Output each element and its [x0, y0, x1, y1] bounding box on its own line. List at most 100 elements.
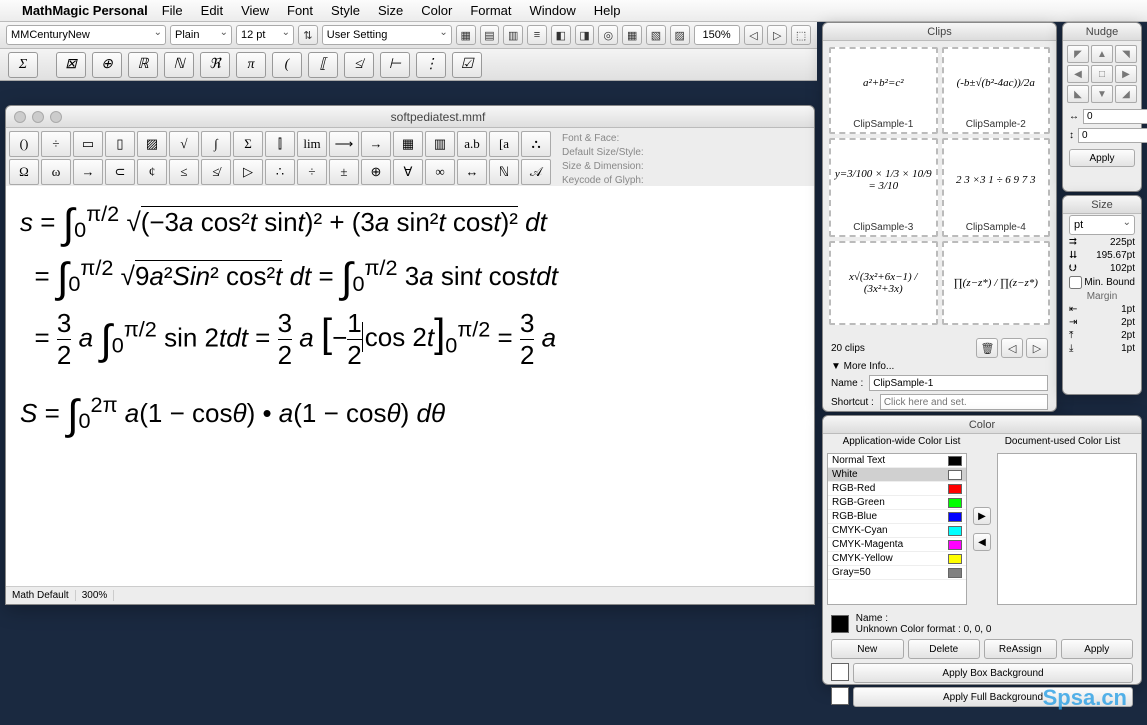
- palette-btn-8[interactable]: ⫿: [265, 131, 295, 157]
- color-new[interactable]: New: [831, 639, 904, 659]
- sym-12[interactable]: ☑: [452, 52, 482, 78]
- tb-l[interactable]: ▷: [767, 25, 787, 45]
- palette-btn-1[interactable]: ÷: [41, 131, 71, 157]
- nudge-ne[interactable]: ◥: [1115, 45, 1137, 63]
- palette-btn-0[interactable]: (): [9, 131, 39, 157]
- sym-11[interactable]: ⋮: [416, 52, 446, 78]
- palette-btn-21[interactable]: ¢: [137, 159, 167, 185]
- font-select[interactable]: MMCenturyNew: [6, 25, 166, 45]
- stepper[interactable]: ⇅: [298, 25, 318, 45]
- color-row-2[interactable]: RGB-Red: [828, 482, 966, 496]
- palette-btn-17[interactable]: Ω: [9, 159, 39, 185]
- titlebar[interactable]: softpediatest.mmf: [6, 106, 814, 128]
- nudge-e[interactable]: ▶: [1115, 65, 1137, 83]
- menu-size[interactable]: Size: [378, 3, 403, 18]
- nudge-h[interactable]: [1083, 109, 1147, 124]
- palette-btn-19[interactable]: →: [73, 159, 103, 185]
- tb-b[interactable]: ▤: [480, 25, 500, 45]
- palette-btn-23[interactable]: ≰: [201, 159, 231, 185]
- tb-f[interactable]: ◨: [575, 25, 595, 45]
- doc-color-list[interactable]: [997, 453, 1137, 605]
- palette-btn-3[interactable]: ▯: [105, 131, 135, 157]
- prev-icon[interactable]: ◁: [1001, 338, 1023, 358]
- color-row-5[interactable]: CMYK-Cyan: [828, 524, 966, 538]
- clip-item-1[interactable]: (-b±√(b²-4ac))/2aClipSample-2: [942, 47, 1051, 134]
- tb-g[interactable]: ◎: [598, 25, 618, 45]
- palette-btn-10[interactable]: ⟶: [329, 131, 359, 157]
- color-row-4[interactable]: RGB-Blue: [828, 510, 966, 524]
- trash-icon[interactable]: 🗑: [976, 338, 998, 358]
- color-delete[interactable]: Delete: [908, 639, 981, 659]
- clip-name-input[interactable]: [869, 375, 1048, 391]
- palette-btn-14[interactable]: a.b: [457, 131, 487, 157]
- color-row-6[interactable]: CMYK-Magenta: [828, 538, 966, 552]
- style-select[interactable]: Plain: [170, 25, 232, 45]
- clip-item-2[interactable]: y=3/100 × 1/3 × 10/9 = 3/10ClipSample-3: [829, 138, 938, 237]
- palette-btn-25[interactable]: ∴: [265, 159, 295, 185]
- clip-item-0[interactable]: a²+b²=c²ClipSample-1: [829, 47, 938, 134]
- palette-btn-5[interactable]: √: [169, 131, 199, 157]
- next-icon[interactable]: ▷: [1026, 338, 1048, 358]
- box-swatch[interactable]: [831, 663, 849, 681]
- app-color-list[interactable]: Normal TextWhiteRGB-RedRGB-GreenRGB-Blue…: [827, 453, 967, 605]
- app-name[interactable]: MathMagic Personal: [22, 3, 148, 18]
- sym-9[interactable]: ≰: [344, 52, 374, 78]
- size-unit[interactable]: pt: [1069, 215, 1135, 235]
- clips-more[interactable]: ▼ More Info...: [831, 361, 894, 372]
- clip-item-5[interactable]: ∏(z−z*) / ∏(z−z*): [942, 241, 1051, 325]
- sym-2[interactable]: ⊕: [92, 52, 122, 78]
- palette-btn-22[interactable]: ≤: [169, 159, 199, 185]
- status-zoom[interactable]: 300%: [76, 590, 115, 601]
- tb-e[interactable]: ◧: [551, 25, 571, 45]
- clip-item-4[interactable]: x√(3x²+6x−1) / (3x²+3x): [829, 241, 938, 325]
- sym-10[interactable]: ⊢: [380, 52, 410, 78]
- palette-btn-31[interactable]: ↔: [457, 159, 487, 185]
- palette-btn-29[interactable]: ∀: [393, 159, 423, 185]
- setting-select[interactable]: User Setting: [322, 25, 452, 45]
- palette-btn-28[interactable]: ⊕: [361, 159, 391, 185]
- menu-format[interactable]: Format: [470, 3, 511, 18]
- nudge-se[interactable]: ◢: [1115, 85, 1137, 103]
- palette-btn-24[interactable]: ▷: [233, 159, 263, 185]
- sym-4[interactable]: ℕ: [164, 52, 194, 78]
- sym-0[interactable]: Σ: [8, 52, 38, 78]
- tb-i[interactable]: ▧: [646, 25, 666, 45]
- tb-j[interactable]: ▨: [670, 25, 690, 45]
- sym-1[interactable]: ⊠: [56, 52, 86, 78]
- minimize-icon[interactable]: [32, 111, 44, 123]
- color-row-1[interactable]: White: [828, 468, 966, 482]
- menu-color[interactable]: Color: [421, 3, 452, 18]
- palette-btn-11[interactable]: →: [361, 131, 391, 157]
- menu-style[interactable]: Style: [331, 3, 360, 18]
- menu-view[interactable]: View: [241, 3, 269, 18]
- apply-box-bg[interactable]: Apply Box Background: [853, 663, 1133, 683]
- tb-h[interactable]: ▦: [622, 25, 642, 45]
- menu-help[interactable]: Help: [594, 3, 621, 18]
- nudge-n[interactable]: ▲: [1091, 45, 1113, 63]
- tb-d[interactable]: ≡: [527, 25, 547, 45]
- palette-btn-13[interactable]: ▥: [425, 131, 455, 157]
- close-icon[interactable]: [14, 111, 26, 123]
- palette-btn-9[interactable]: lim: [297, 131, 327, 157]
- nudge-v[interactable]: [1078, 128, 1147, 143]
- full-swatch[interactable]: [831, 687, 849, 705]
- palette-btn-12[interactable]: ▦: [393, 131, 423, 157]
- menu-font[interactable]: Font: [287, 3, 313, 18]
- color-reassign[interactable]: ReAssign: [984, 639, 1057, 659]
- palette-btn-32[interactable]: ℕ: [489, 159, 519, 185]
- nudge-sw[interactable]: ◣: [1067, 85, 1089, 103]
- palette-btn-33[interactable]: 𝒜: [521, 159, 551, 185]
- clip-shortcut-input[interactable]: [880, 394, 1048, 410]
- palette-btn-7[interactable]: Σ: [233, 131, 263, 157]
- zoom-icon[interactable]: [50, 111, 62, 123]
- palette-btn-20[interactable]: ⊂: [105, 159, 135, 185]
- nudge-nw[interactable]: ◤: [1067, 45, 1089, 63]
- sym-3[interactable]: ℝ: [128, 52, 158, 78]
- minbound-check[interactable]: [1069, 276, 1082, 289]
- color-row-3[interactable]: RGB-Green: [828, 496, 966, 510]
- status-style[interactable]: Math Default: [6, 590, 76, 601]
- menu-edit[interactable]: Edit: [201, 3, 223, 18]
- zoom-input[interactable]: [694, 25, 740, 45]
- palette-btn-27[interactable]: ±: [329, 159, 359, 185]
- palette-btn-16[interactable]: ⛬: [521, 131, 551, 157]
